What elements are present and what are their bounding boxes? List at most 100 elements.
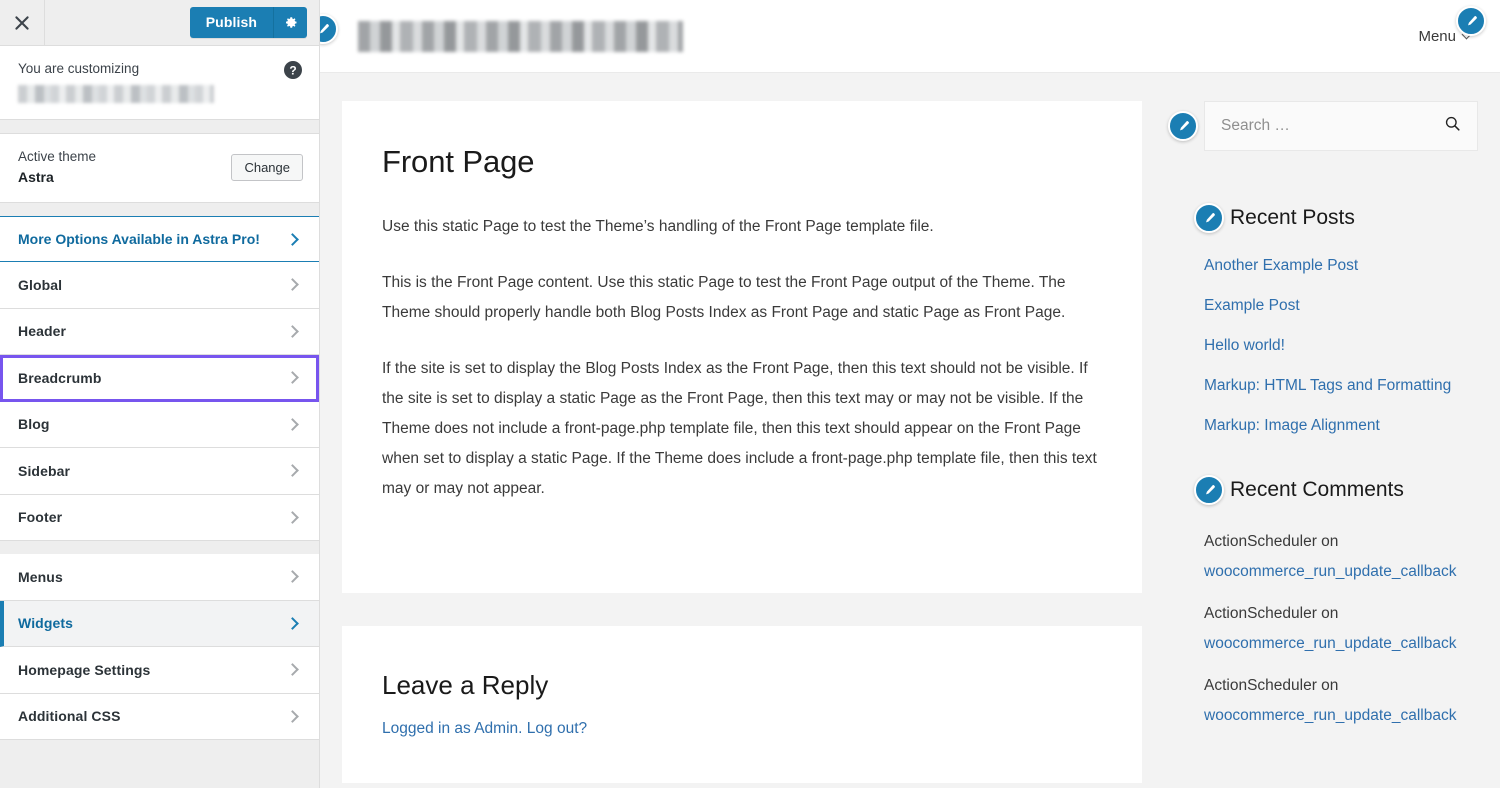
close-icon[interactable] [0,0,45,45]
sidebar-item-sidebar[interactable]: Sidebar [0,448,319,495]
chevron-right-icon [286,464,299,478]
active-theme-label: Active theme [18,149,97,164]
chevron-right-icon [286,616,299,630]
site-title-redacted [358,20,683,52]
logged-in-as-link[interactable]: Logged in as Admin. [382,720,522,737]
sections-group-one: Global Header Breadcrumb Blog Sidebar Footer [0,262,319,542]
sidebar-item-global[interactable]: Global [0,262,319,309]
customizing-info: You are customizing ? [0,46,319,120]
page-paragraph-2: This is the Front Page content. Use this… [382,273,1066,321]
sidebar-item-label: Additional CSS [18,708,121,725]
sidebar-item-widgets[interactable]: Widgets [0,600,319,648]
logged-in-notice: Logged in as Admin. Log out? [382,715,1102,743]
chevron-right-icon [286,570,299,584]
sidebar-item-footer[interactable]: Footer [0,494,319,542]
site-header: Menu [320,0,1500,73]
sections-group-two: Menus Widgets Homepage Settings Additional … [0,554,319,741]
astra-pro-promo-label: More Options Available in Astra Pro! [18,231,260,248]
chevron-right-icon [286,417,299,431]
sidebar-item-homepage-settings[interactable]: Homepage Settings [0,647,319,694]
active-theme-name: Astra [18,169,54,186]
chevron-right-icon [286,324,299,338]
comment-form-card: Leave a Reply Logged in as Admin. Log ou… [342,626,1142,783]
recent-post-link[interactable]: Example Post [1204,297,1300,314]
comment-post-link[interactable]: woocommerce_run_update_callback [1204,701,1478,731]
edit-menu-icon[interactable] [1456,6,1486,36]
sidebar-item-label: Global [18,276,63,293]
recent-comments-list: ActionScheduler on woocommerce_run_update… [1204,527,1478,731]
widget-sidebar: Recent Posts Another Example Post Example… [1142,101,1478,788]
publish-group: Publish [189,7,307,38]
comment-post-link[interactable]: woocommerce_run_update_callback [1204,557,1478,587]
sidebar-item-blog[interactable]: Blog [0,401,319,449]
customizing-label: You are customizing [18,61,140,76]
recent-posts-list: Another Example Post Example Post Hello wo… [1204,255,1478,437]
edit-search-widget-icon[interactable] [1168,111,1198,141]
customizer-header: Publish [0,0,319,46]
search-icon[interactable] [1444,115,1461,137]
sidebar-item-header[interactable]: Header [0,308,319,356]
site-name-redacted [18,85,214,103]
recent-post-link[interactable]: Markup: HTML Tags and Formatting [1204,377,1451,394]
recent-posts-widget: Recent Posts Another Example Post Example… [1194,203,1478,437]
sidebar-item-label: Homepage Settings [18,661,151,678]
recent-comments-title: Recent Comments [1230,478,1404,501]
list-item: ActionScheduler on woocommerce_run_update… [1204,527,1478,587]
recent-post-link[interactable]: Another Example Post [1204,257,1358,274]
customizer-sections: More Options Available in Astra Pro! Glo… [0,216,319,788]
panel-gap-4 [0,740,319,754]
sidebar-item-label: Sidebar [18,462,71,479]
sidebar-item-label: Footer [18,509,63,526]
list-item: Markup: Image Alignment [1204,415,1478,437]
panel-gap-1 [0,120,319,133]
front-page-card: Front Page Use this static Page to test … [342,101,1142,593]
comment-post-link[interactable]: woocommerce_run_update_callback [1204,629,1478,659]
content-column: Front Page Use this static Page to test … [342,101,1142,788]
chevron-right-icon [286,232,299,246]
list-item: Another Example Post [1204,255,1478,277]
list-item: Example Post [1204,295,1478,317]
menu-label: Menu [1418,27,1456,45]
comment-author: ActionScheduler on [1204,533,1339,550]
publish-button[interactable]: Publish [189,7,273,38]
chevron-right-icon [286,510,299,524]
sidebar-item-breadcrumb[interactable]: Breadcrumb [0,355,319,402]
astra-pro-promo-row[interactable]: More Options Available in Astra Pro! [0,216,319,263]
list-item: Markup: HTML Tags and Formatting [1204,375,1478,397]
preview-body: Front Page Use this static Page to test … [320,73,1500,788]
recent-post-link[interactable]: Hello world! [1204,337,1285,354]
recent-comments-widget: Recent Comments ActionScheduler on woocom… [1194,475,1478,731]
edit-recent-comments-icon[interactable] [1194,475,1224,505]
search-box[interactable] [1204,101,1478,151]
change-theme-button[interactable]: Change [231,154,303,182]
sidebar-item-label: Breadcrumb [18,369,102,386]
chevron-right-icon [286,278,299,292]
site-preview: Menu Front Page Use this static Page to … [320,0,1500,788]
sidebar-item-additional-css[interactable]: Additional CSS [0,693,319,741]
list-item: ActionScheduler on woocommerce_run_update… [1204,671,1478,731]
list-item: Hello world! [1204,335,1478,357]
leave-a-reply-title: Leave a Reply [382,670,549,700]
search-widget [1168,101,1478,151]
list-item: ActionScheduler on woocommerce_run_update… [1204,599,1478,659]
panel-gap-2 [0,203,319,217]
svg-text:?: ? [289,64,296,78]
sidebar-item-label: Widgets [18,615,74,632]
customizer-screen: Publish You are customizing ? Active the… [0,0,1500,788]
recent-post-link[interactable]: Markup: Image Alignment [1204,417,1380,434]
comment-author: ActionScheduler on [1204,605,1339,622]
comment-author: ActionScheduler on [1204,677,1339,694]
active-theme-row: Active theme Astra Change [0,133,319,204]
sidebar-item-menus[interactable]: Menus [0,554,319,601]
page-title: Front Page [382,144,535,179]
edit-site-title-icon[interactable] [320,14,338,44]
customizer-sidebar: Publish You are customizing ? Active the… [0,0,320,788]
edit-recent-posts-icon[interactable] [1194,203,1224,233]
log-out-link[interactable]: Log out? [527,720,587,737]
search-input[interactable] [1221,117,1444,135]
sidebar-item-label: Header [18,323,67,340]
chevron-right-icon [286,663,299,677]
gear-icon[interactable] [273,7,307,38]
active-theme-text: Active theme Astra [18,148,96,187]
help-icon[interactable]: ? [283,60,303,80]
